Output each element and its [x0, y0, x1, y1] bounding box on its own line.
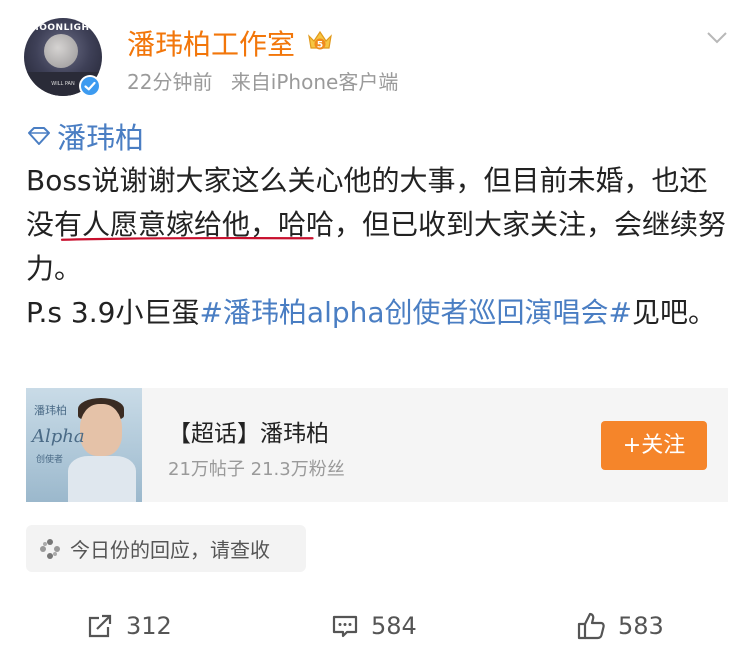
- crown-vip-icon: 5: [306, 28, 334, 54]
- repost-count: 312: [126, 612, 172, 640]
- post-meta: 22分钟前 来自iPhone客户端: [127, 66, 398, 95]
- topic-link[interactable]: 潘玮柏: [26, 115, 144, 157]
- diamond-icon: [28, 127, 50, 145]
- red-underline-mark: [60, 236, 314, 241]
- moon-graphic: [44, 34, 78, 68]
- post-body-ps: P.s 3.9小巨蛋: [26, 296, 200, 329]
- comment-button[interactable]: 584: [331, 604, 417, 648]
- verified-badge-icon: [79, 75, 101, 97]
- topic-label: 潘玮柏: [57, 121, 145, 155]
- author-name[interactable]: 潘玮柏工作室: [127, 23, 295, 63]
- supertopic-stats: 21万帖子 21.3万粉丝: [168, 459, 345, 480]
- repost-button[interactable]: 312: [86, 604, 172, 648]
- thumbs-up-icon: [577, 612, 605, 640]
- repost-icon: [88, 614, 112, 638]
- recall-label: 今日份的回应，请查收: [70, 538, 270, 562]
- comment-count: 584: [371, 612, 417, 640]
- cover-text-name: 潘玮柏: [34, 404, 67, 417]
- supertopic-title: 【超话】潘玮柏: [168, 421, 329, 447]
- chevron-down-icon[interactable]: [706, 30, 728, 44]
- post-body-end: 见吧。: [632, 296, 717, 329]
- post-time: 22分钟前: [127, 70, 213, 94]
- like-count: 583: [618, 612, 664, 640]
- supertopic-cover-image: 潘玮柏 Alpha 创使者: [26, 388, 142, 502]
- cover-text-alpha: Alpha: [32, 426, 85, 447]
- follow-button[interactable]: +关注: [601, 421, 707, 470]
- comment-icon: [332, 615, 358, 638]
- avatar-title-text: MOONLIGHT: [29, 23, 97, 33]
- hashtag-link[interactable]: #潘玮柏alpha创使者巡回演唱会#: [199, 296, 632, 329]
- cover-text-sub: 创使者: [36, 455, 64, 465]
- member-level-text: 5: [317, 41, 323, 51]
- post-body: Boss说谢谢大家这么关心他的大事，但目前未婚，也还没有人愿意嫁给他，哈哈，但已…: [26, 159, 726, 335]
- supertopic-card[interactable]: 潘玮柏 Alpha 创使者 【超话】潘玮柏 21万帖子 21.3万粉丝 +关注: [26, 388, 728, 502]
- post-source[interactable]: 来自iPhone客户端: [231, 70, 399, 94]
- action-bar: 312 584 583: [0, 604, 750, 648]
- daily-recall-button[interactable]: 今日份的回应，请查收: [26, 525, 306, 572]
- pinwheel-icon: [40, 538, 60, 559]
- post-body-text: Boss说谢谢大家这么关心他的大事，但目前未婚，也还没有人愿意嫁给他，哈哈，但已…: [26, 164, 727, 285]
- like-button[interactable]: 583: [576, 604, 664, 648]
